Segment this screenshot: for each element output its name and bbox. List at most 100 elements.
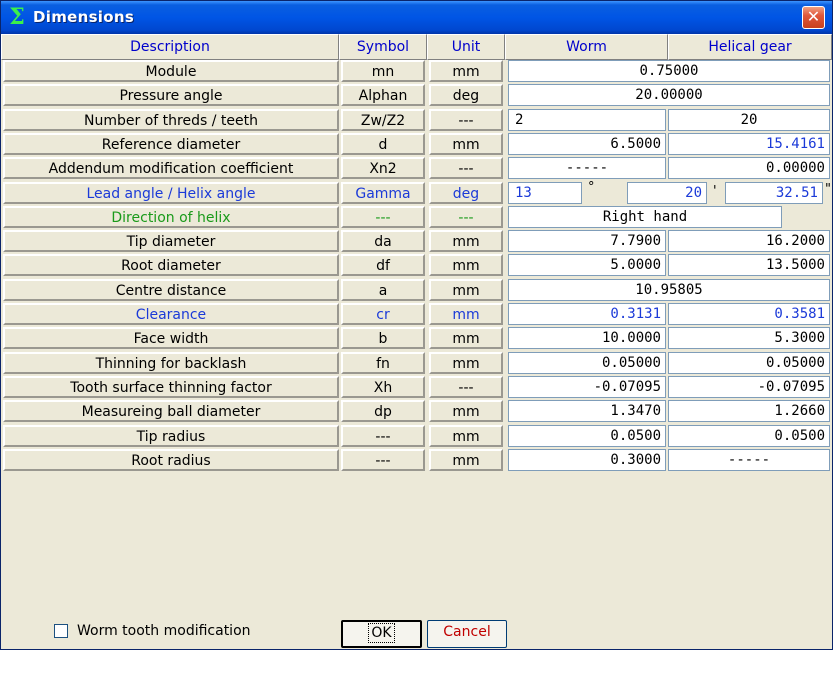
row-symbol: b (341, 327, 425, 349)
ok-button-label: OK (368, 623, 395, 643)
row-unit: --- (429, 206, 503, 228)
worm-value-input[interactable]: -0.07095 (508, 376, 666, 398)
row-description: Centre distance (3, 279, 339, 301)
row-symbol: Alphan (341, 84, 425, 106)
row-symbol: --- (341, 449, 425, 471)
header-worm: Worm (505, 34, 668, 60)
row-description: Measureing ball diameter (3, 400, 339, 422)
gear-value-input[interactable]: -0.07095 (668, 376, 830, 398)
worm-value-input[interactable]: 0.05000 (508, 352, 666, 374)
row-description: Clearance (3, 303, 339, 325)
gear-value-input[interactable]: 20 (668, 109, 830, 131)
row-value-input[interactable]: 0.75000 (508, 60, 830, 82)
row-description: Module (3, 60, 339, 82)
gear-value-input[interactable]: 13.5000 (668, 254, 830, 276)
row-unit: mm (429, 60, 503, 82)
row-description: Addendum modification coefficient (3, 157, 339, 179)
header-symbol: Symbol (339, 34, 427, 60)
worm-value-input[interactable]: 2 (508, 109, 666, 131)
gear-value-input[interactable]: 0.3581 (668, 303, 830, 325)
row-description: Root diameter (3, 254, 339, 276)
row-unit: --- (429, 109, 503, 131)
row-unit: deg (429, 182, 503, 204)
row-unit: mm (429, 352, 503, 374)
row-description: Root radius (3, 449, 339, 471)
gear-value-input[interactable]: 0.0500 (668, 425, 830, 447)
row-symbol: dp (341, 400, 425, 422)
header-helical-gear: Helical gear (668, 34, 832, 60)
row-value-input[interactable]: 10.95805 (508, 279, 830, 301)
row-description: Tip diameter (3, 230, 339, 252)
close-button[interactable]: ✕ (802, 6, 825, 29)
gear-value-input[interactable]: 16.2000 (668, 230, 830, 252)
row-value-input[interactable]: 20.00000 (508, 84, 830, 106)
worm-value-input[interactable]: 0.3131 (508, 303, 666, 325)
row-unit: mm (429, 254, 503, 276)
row-unit: mm (429, 425, 503, 447)
row-unit: --- (429, 157, 503, 179)
row-symbol: d (341, 133, 425, 155)
row-symbol: Xn2 (341, 157, 425, 179)
sigma-icon: Σ (9, 4, 25, 30)
worm-value-input[interactable]: 5.0000 (508, 254, 666, 276)
row-symbol: df (341, 254, 425, 276)
worm-tooth-modification-checkbox[interactable] (54, 624, 68, 638)
row-unit: --- (429, 376, 503, 398)
lead-angle-minutes-input[interactable]: 20 (627, 182, 707, 204)
row-symbol: da (341, 230, 425, 252)
worm-value-input[interactable]: 10.0000 (508, 327, 666, 349)
header-description: Description (1, 34, 339, 60)
gear-value-input[interactable]: ----- (668, 449, 830, 471)
close-icon: ✕ (806, 7, 821, 26)
lead-angle-seconds-input[interactable]: 32.51 (725, 182, 823, 204)
row-unit: mm (429, 133, 503, 155)
gear-value-input[interactable]: 5.3000 (668, 327, 830, 349)
row-unit: mm (429, 449, 503, 471)
second-mark: " (825, 182, 831, 197)
row-unit: mm (429, 327, 503, 349)
minute-mark: ' (713, 184, 717, 199)
row-symbol: --- (341, 206, 425, 228)
row-symbol: --- (341, 425, 425, 447)
title-bar[interactable]: Σ Dimensions ✕ (1, 1, 832, 34)
dimensions-dialog: Σ Dimensions ✕ Description Symbol Unit W… (0, 0, 833, 650)
worm-value-input[interactable]: 1.3470 (508, 400, 666, 422)
gear-value-input[interactable]: 0.00000 (668, 157, 830, 179)
row-symbol: Gamma (341, 182, 425, 204)
row-unit: mm (429, 230, 503, 252)
cancel-button[interactable]: Cancel (427, 620, 507, 648)
row-unit: mm (429, 400, 503, 422)
gear-value-input[interactable]: 1.2660 (668, 400, 830, 422)
row-symbol: Xh (341, 376, 425, 398)
row-unit: mm (429, 279, 503, 301)
gear-value-input[interactable]: 0.05000 (668, 352, 830, 374)
gear-value-input[interactable]: 15.4161 (668, 133, 830, 155)
row-description: Pressure angle (3, 84, 339, 106)
lead-angle-degrees-input[interactable]: 13 (508, 182, 582, 204)
ok-button[interactable]: OK (341, 620, 422, 648)
worm-value-input[interactable]: ----- (508, 157, 666, 179)
worm-value-input[interactable]: 0.0500 (508, 425, 666, 447)
row-description: Lead angle / Helix angle (3, 182, 339, 204)
row-unit: deg (429, 84, 503, 106)
helix-direction-field[interactable]: Right hand (508, 206, 782, 228)
row-symbol: cr (341, 303, 425, 325)
window-title: Dimensions (33, 8, 135, 26)
row-description: Thinning for backlash (3, 352, 339, 374)
degree-mark: ° (588, 180, 595, 195)
row-description: Face width (3, 327, 339, 349)
worm-value-input[interactable]: 7.7900 (508, 230, 666, 252)
row-description: Tooth surface thinning factor (3, 376, 339, 398)
row-unit: mm (429, 303, 503, 325)
row-description: Number of threds / teeth (3, 109, 339, 131)
row-symbol: Zw/Z2 (341, 109, 425, 131)
row-symbol: mn (341, 60, 425, 82)
row-description: Reference diameter (3, 133, 339, 155)
row-description: Direction of helix (3, 206, 339, 228)
worm-tooth-modification-label: Worm tooth modification (77, 623, 251, 639)
worm-value-input[interactable]: 6.5000 (508, 133, 666, 155)
header-unit: Unit (427, 34, 505, 60)
worm-value-input[interactable]: 0.3000 (508, 449, 666, 471)
row-symbol: fn (341, 352, 425, 374)
row-description: Tip radius (3, 425, 339, 447)
